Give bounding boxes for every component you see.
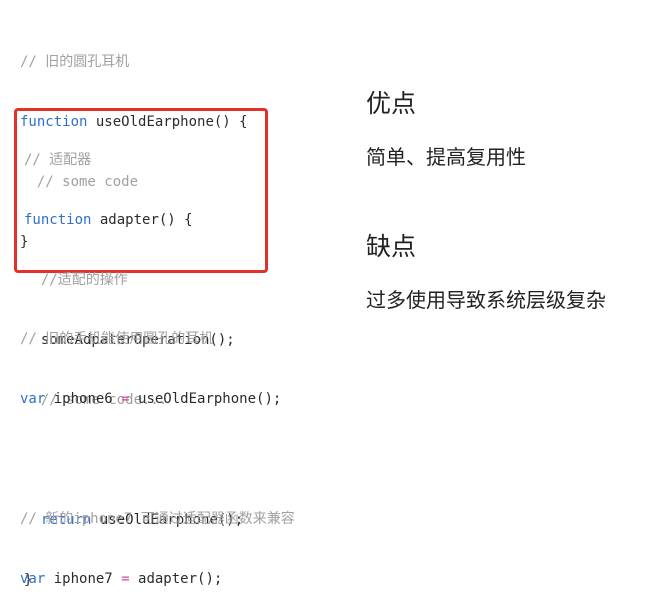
pros-title: 优点: [366, 89, 417, 118]
var-keyword: var: [20, 391, 46, 407]
function-keyword: function: [24, 212, 92, 228]
iphone6-value: useOldEarphone();: [129, 391, 282, 407]
iphone7-comment: // 新的iphone7 可通过适配器函数来兼容: [20, 511, 295, 527]
adapter-comment: // 适配器: [24, 152, 92, 168]
iphone7-value: adapter();: [129, 571, 223, 587]
var-keyword: var: [20, 571, 46, 587]
usage-code-block: // 旧的手机能使用圆孔的耳机 var iphone6 = useOldEarp…: [20, 289, 295, 609]
assign-operator: =: [121, 391, 130, 407]
adapter-operation-comment: //适配的操作: [24, 272, 128, 288]
iphone6-name: iphone6: [45, 391, 122, 407]
cons-title: 缺点: [366, 232, 417, 261]
iphone7-name: iphone7: [45, 571, 122, 587]
adapter-signature: adapter() {: [91, 212, 193, 228]
pros-text: 简单、提高复用性: [366, 145, 526, 169]
old-earphone-comment: // 旧的圆孔耳机: [20, 54, 130, 70]
iphone6-comment: // 旧的手机能使用圆孔的耳机: [20, 331, 214, 347]
cons-text: 过多使用导致系统层级复杂: [366, 288, 606, 312]
assign-operator: =: [121, 571, 130, 587]
